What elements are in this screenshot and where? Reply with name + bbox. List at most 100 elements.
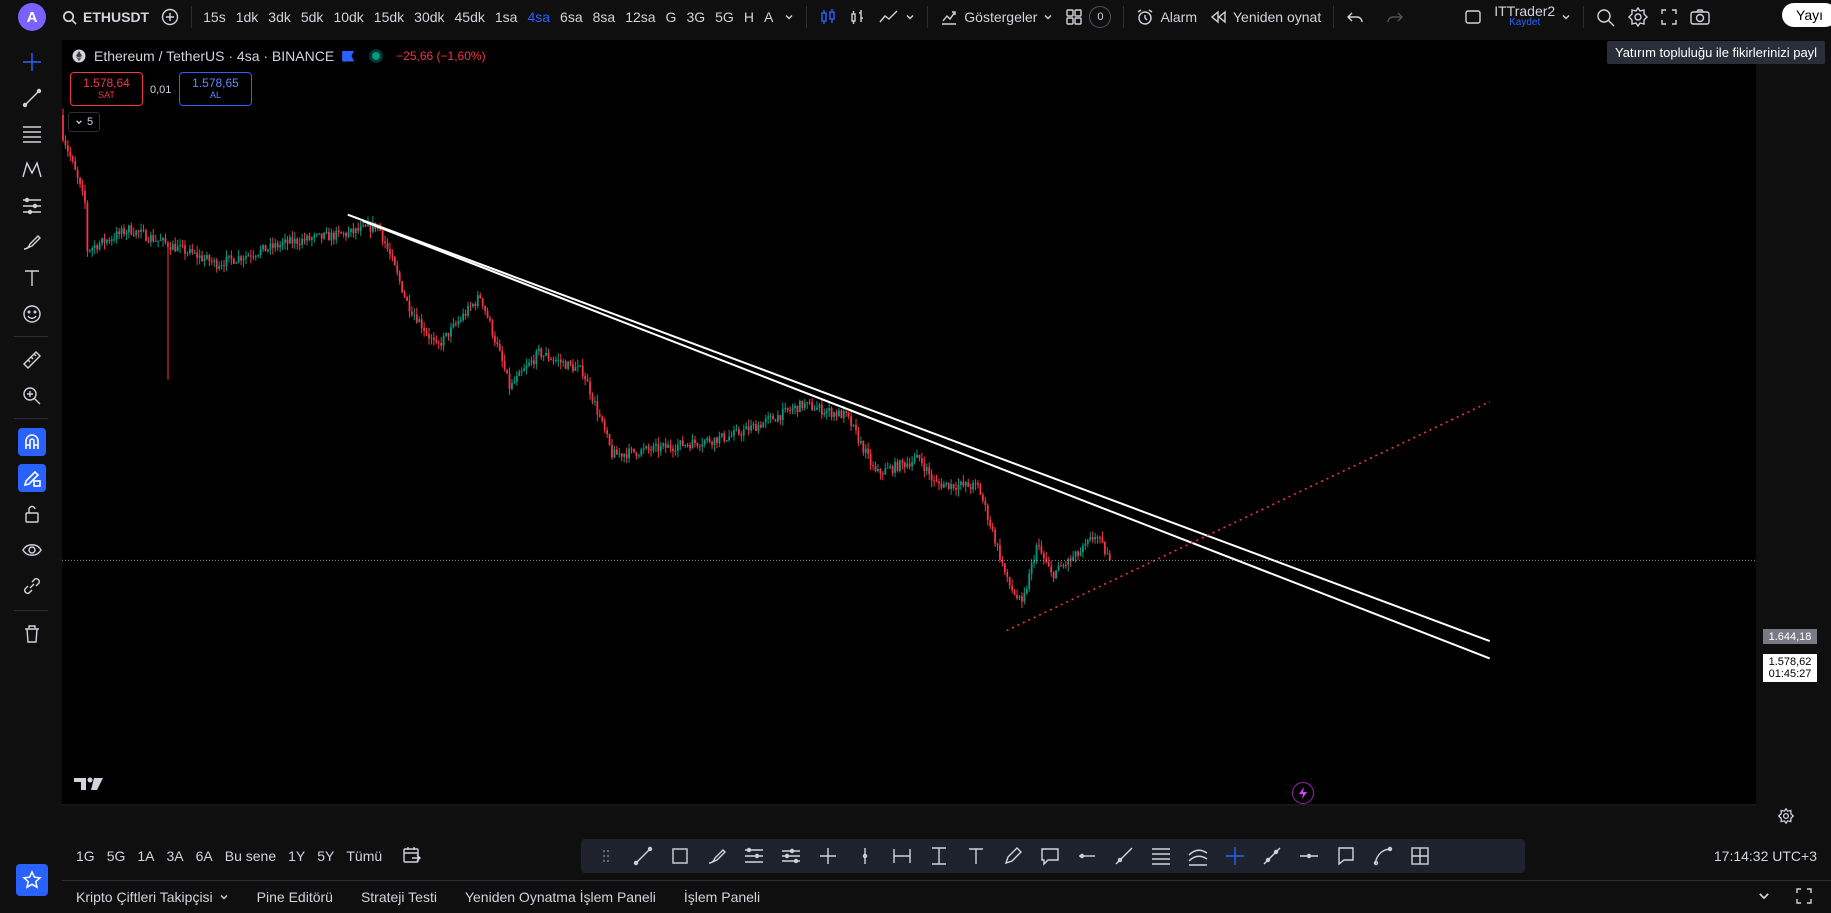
- draw-curve-button[interactable]: [1364, 841, 1401, 871]
- draw-cross-button[interactable]: [809, 841, 846, 871]
- interval-6sa[interactable]: 6sa: [555, 9, 588, 25]
- draw-callout-button[interactable]: [1031, 841, 1068, 871]
- draw-pen-button[interactable]: [994, 841, 1031, 871]
- interval-1dk[interactable]: 1dk: [231, 9, 264, 25]
- interval-8sa[interactable]: 8sa: [588, 9, 621, 25]
- panel-tab-2[interactable]: Strateji Testi: [347, 889, 451, 905]
- draw-horizontal-line-button[interactable]: [1290, 841, 1327, 871]
- indicators-collapse-button[interactable]: 5: [68, 112, 100, 132]
- range-1y[interactable]: 1Y: [282, 848, 311, 864]
- draw-rectangle-button[interactable]: [661, 841, 698, 871]
- line-chart-type-button[interactable]: [873, 3, 921, 31]
- interval-3dk[interactable]: 3dk: [263, 9, 296, 25]
- emoji-tool[interactable]: [18, 300, 46, 328]
- sync-drawings-tool[interactable]: [18, 572, 46, 600]
- range-6a[interactable]: 6A: [190, 848, 219, 864]
- range-bu-sene[interactable]: Bu sene: [219, 848, 282, 864]
- interval-3G[interactable]: 3G: [681, 9, 710, 25]
- range-tümü[interactable]: Tümü: [340, 848, 388, 864]
- symbol-search-button[interactable]: ETHUSDT: [56, 3, 155, 31]
- panel-tab-3[interactable]: Yeniden Oynatma İşlem Paneli: [451, 889, 670, 905]
- chart-canvas[interactable]: 3.600,003.400,003.200,003.000,002.800,00…: [62, 40, 1756, 806]
- alarm-button[interactable]: Alarm: [1130, 3, 1203, 31]
- drag-handle[interactable]: [587, 841, 624, 871]
- draw-crosshair-button[interactable]: [1216, 841, 1253, 871]
- draw-date-range-button[interactable]: [883, 841, 920, 871]
- bolt-icon[interactable]: [1292, 782, 1314, 804]
- draw-extended-line-button[interactable]: [1253, 841, 1290, 871]
- draw-ray-button[interactable]: [1105, 841, 1142, 871]
- layouts-button[interactable]: 0: [1059, 3, 1117, 31]
- undo-button[interactable]: [1340, 3, 1370, 31]
- fullscreen-button[interactable]: [1654, 3, 1684, 31]
- panel-tab-0[interactable]: Kripto Çiftleri Takipçisi: [62, 889, 243, 905]
- flag-icon[interactable]: [342, 50, 355, 62]
- settings-button[interactable]: [1622, 3, 1654, 31]
- draw-price-range-button[interactable]: [920, 841, 957, 871]
- draw-note-button[interactable]: [1327, 841, 1364, 871]
- interval-30dk[interactable]: 30dk: [409, 9, 449, 25]
- axis-settings-button[interactable]: [1777, 807, 1795, 829]
- pattern-tool[interactable]: [18, 156, 46, 184]
- symbol-legend[interactable]: Ethereum / TetherUS · 4sa · BINANCE −25,…: [72, 48, 486, 64]
- draw-trendline-button[interactable]: [624, 841, 661, 871]
- panel-tab-4[interactable]: İşlem Paneli: [670, 889, 774, 905]
- range-3a[interactable]: 3A: [161, 848, 190, 864]
- layout-menu-button[interactable]: ITTrader2 Kaydet: [1488, 3, 1577, 31]
- publish-button[interactable]: Yayı: [1782, 3, 1831, 27]
- interval-1sa[interactable]: 1sa: [490, 9, 523, 25]
- remove-drawings-tool[interactable]: [18, 620, 46, 648]
- draw-vertical-line-button[interactable]: [846, 841, 883, 871]
- draw-forecast-button[interactable]: [735, 841, 772, 871]
- go-to-date-button[interactable]: [402, 846, 422, 867]
- candles-chart-type-button[interactable]: [813, 3, 843, 31]
- interval-dropdown[interactable]: [778, 3, 800, 31]
- fib-tool[interactable]: [18, 120, 46, 148]
- crosshair-tool[interactable]: [18, 48, 46, 76]
- interval-G[interactable]: G: [661, 9, 682, 25]
- trendline-tool[interactable]: [18, 84, 46, 112]
- snapshot-button[interactable]: [1684, 3, 1716, 31]
- interval-12sa[interactable]: 12sa: [620, 9, 660, 25]
- text-tool[interactable]: [18, 264, 46, 292]
- stay-in-drawing-mode-tool[interactable]: [18, 464, 46, 492]
- user-avatar[interactable]: A: [18, 3, 46, 31]
- lock-drawings-tool[interactable]: [18, 500, 46, 528]
- layout-save-checkbox[interactable]: [1458, 3, 1488, 31]
- compare-symbol-button[interactable]: [155, 3, 185, 31]
- quick-search-button[interactable]: [1590, 3, 1622, 31]
- replay-button[interactable]: Yeniden oynat: [1203, 3, 1327, 31]
- interval-15dk[interactable]: 15dk: [369, 9, 409, 25]
- interval-H[interactable]: H: [739, 9, 759, 25]
- panel-maximize-button[interactable]: [1795, 887, 1813, 908]
- interval-5dk[interactable]: 5dk: [296, 9, 329, 25]
- draw-brush-button[interactable]: [698, 841, 735, 871]
- panel-collapse-button[interactable]: [1757, 889, 1771, 906]
- magnet-tool[interactable]: [18, 428, 46, 456]
- tradingview-logo[interactable]: [74, 776, 104, 797]
- draw-bars-pattern-button[interactable]: [772, 841, 809, 871]
- panel-tab-1[interactable]: Pine Editörü: [243, 889, 347, 905]
- draw-gann-box-button[interactable]: [1401, 841, 1438, 871]
- draw-text-button[interactable]: [957, 841, 994, 871]
- brush-tool[interactable]: [18, 228, 46, 256]
- range-5g[interactable]: 5G: [101, 848, 132, 864]
- draw-parallel-channel-button[interactable]: [1179, 841, 1216, 871]
- session-clock[interactable]: 17:14:32 UTC+3: [1714, 848, 1817, 864]
- draw-fib-button[interactable]: [1142, 841, 1179, 871]
- range-1a[interactable]: 1A: [131, 848, 160, 864]
- interval-15s[interactable]: 15s: [198, 9, 231, 25]
- chart-pane[interactable]: 3.600,003.400,003.200,003.000,002.800,00…: [62, 40, 1817, 825]
- buy-button[interactable]: 1.578,65 AL: [179, 72, 252, 106]
- forecast-tool[interactable]: [18, 192, 46, 220]
- measure-tool[interactable]: [18, 346, 46, 374]
- interval-5G[interactable]: 5G: [710, 9, 739, 25]
- range-1g[interactable]: 1G: [70, 848, 101, 864]
- bars-chart-type-button[interactable]: [843, 3, 873, 31]
- interval-A[interactable]: A: [759, 9, 778, 25]
- zoom-tool[interactable]: [18, 382, 46, 410]
- redo-button[interactable]: [1380, 3, 1410, 31]
- draw-horizontal-ray-button[interactable]: [1068, 841, 1105, 871]
- interval-45dk[interactable]: 45dk: [450, 9, 490, 25]
- hide-drawings-tool[interactable]: [18, 536, 46, 564]
